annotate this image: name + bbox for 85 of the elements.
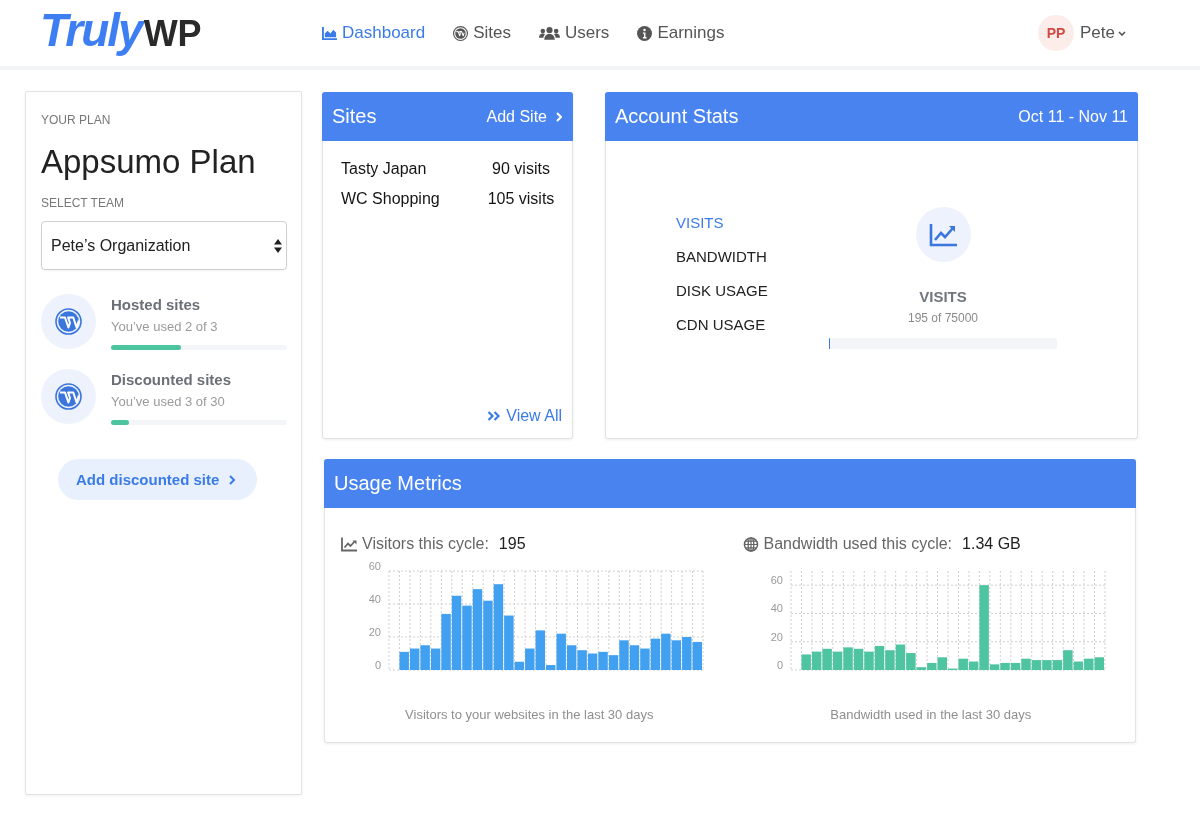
metric-label: Bandwidth used this cycle: [763,534,953,554]
nav-link[interactable]: Earnings [637,23,725,43]
chart-bar [409,648,420,670]
area-chart-icon [322,25,337,41]
axis-tick-label: 20 [368,626,381,638]
chart-bar [661,633,671,670]
stat-tab[interactable]: DISK USAGE [676,274,768,308]
axis-tick-label: 20 [770,630,783,643]
section-label: SELECT TEAM [41,195,124,211]
chart-bar [629,645,640,670]
user-menu-button[interactable]: Pete [1080,23,1126,43]
trend-chart-icon [915,207,971,262]
stat-title: VISITS [919,288,967,306]
axis-tick-label: 0 [374,659,381,671]
stat-tab[interactable]: CDN USAGE [676,308,766,342]
site-name[interactable]: WC Shopping [341,187,480,211]
axis-tick-label: 40 [368,593,381,605]
up-down-arrows-icon [274,238,282,253]
card-title: Usage Metrics [334,472,462,495]
chart-bar [587,653,598,670]
section-label: YOUR PLAN [41,112,111,128]
chart-bar [682,637,692,670]
chart-bar [874,645,884,670]
chart-bar [483,600,493,670]
double-chevron-icon [487,411,502,421]
chart-bar [598,651,608,670]
chart-bar [577,650,587,670]
quota-usage-text: You’ve used 2 of 3 [111,318,219,336]
chart-bar [811,651,821,670]
add-site-link[interactable]: Add Site [486,107,563,126]
chart-bar [863,651,874,670]
nav-link[interactable]: Dashboard [322,23,426,43]
chart-bar [671,640,682,670]
date-range: Oct 11 - Nov 11 [1018,107,1128,126]
stat-tab[interactable]: VISITS [676,206,724,240]
chart-bar [462,605,472,670]
chart-bar [692,641,702,670]
chart-bar [420,645,430,670]
chart-caption: Visitors to your websites in the last 30 days [404,706,655,724]
card-title: Account Stats [615,105,739,128]
chart-bar [800,654,811,670]
axis-tick-label: 0 [776,659,783,671]
user-avatar[interactable]: PP [1038,15,1074,51]
chart-bar [884,650,895,670]
metric-label: Visitors this cycle: [362,534,489,554]
site-visits: 90 visits [491,159,551,179]
metric-value: 195 [498,534,526,554]
users-icon [538,26,560,40]
axis-tick-label: 40 [770,602,783,615]
chart-bar [1031,660,1041,670]
stat-reading: 195 of 75000 [907,310,979,326]
chart-bar [832,651,842,670]
chart-bar [399,651,409,670]
view-all-link[interactable]: View All [487,406,562,426]
circled-w-icon [453,25,469,41]
chart-bar [853,648,863,670]
quota-title: Discounted sites [111,371,233,389]
chart-bar [1083,658,1094,670]
chart-bar [821,648,832,670]
nav-link[interactable]: Sites [453,23,511,43]
stat-tab[interactable]: BANDWIDTH [676,240,767,274]
line-chart-icon [341,536,357,552]
chart-bar [1094,657,1104,670]
info-icon [637,25,653,41]
metric-value: 1.34 GB [962,534,1021,554]
circled-w-icon [41,369,96,424]
chevron-right-icon [556,111,562,122]
team-select[interactable]: Pete’s Organization [41,221,287,270]
chart-bar [1041,660,1052,670]
caret-down-icon [1118,30,1126,36]
axis-tick-label: 60 [368,560,381,572]
add-discounted-site-button[interactable]: Add discounted site [58,459,258,500]
chevron-right-icon [229,474,236,485]
globe-icon [742,536,759,552]
nav-link[interactable]: Users [538,23,610,43]
chart-caption: Bandwidth used in the last 30 days [829,706,1033,724]
quota-usage-text: You’ve used 3 of 30 [111,393,226,411]
axis-tick-label: 60 [770,574,783,587]
circled-w-icon [41,294,96,349]
site-name[interactable]: Tasty Japan [341,157,480,181]
card-title: Sites [332,105,377,128]
site-visits: 105 visits [486,189,556,209]
chart-bar [842,647,853,670]
plan-title: Appsumo Plan [41,143,256,181]
quota-title: Hosted sites [111,296,202,314]
